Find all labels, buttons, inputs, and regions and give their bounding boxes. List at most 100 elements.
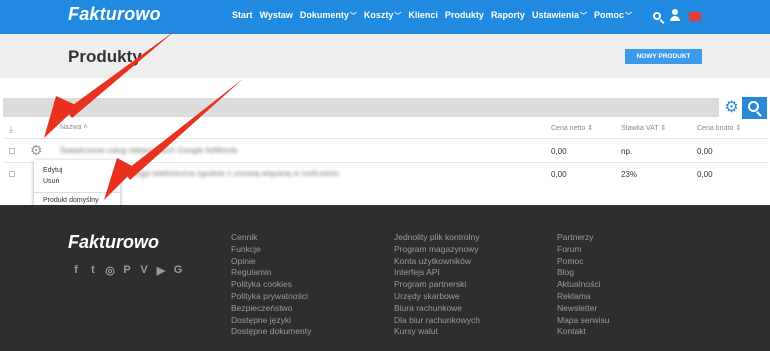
nav-koszty-label: Koszty xyxy=(363,10,394,20)
chevron-down-icon: ﹀ xyxy=(349,13,357,20)
product-name[interactable]: Świadczenie usług reklamowych Google AdW… xyxy=(60,146,238,155)
nav-koszty[interactable]: Koszty﹀ xyxy=(364,10,402,21)
column-header-net[interactable]: Cena netto ⇕ xyxy=(551,124,593,132)
nav-klienci-label: Klienci xyxy=(408,10,438,20)
footer-link[interactable]: Partnerzy xyxy=(557,232,609,244)
brand-logo[interactable]: Fakturowo xyxy=(68,4,161,25)
nav-klienci[interactable]: Klienci xyxy=(408,10,438,21)
footer-link[interactable]: Dostępne dokumenty xyxy=(231,326,311,338)
mail-icon[interactable] xyxy=(689,11,701,21)
row-checkbox[interactable] xyxy=(9,171,15,177)
gear-icon[interactable]: ⚙ xyxy=(723,99,740,116)
vimeo-icon[interactable]: V xyxy=(138,264,150,277)
social-links: f t ◎ P V ▶ G xyxy=(70,264,184,277)
column-header-gross-label: Cena brutto xyxy=(697,125,734,132)
main-nav: Start Wystaw Dokumenty﹀ Koszty﹀ Klienci … xyxy=(232,10,632,21)
footer-link[interactable]: Opinie xyxy=(231,256,311,268)
vat-rate: 23% xyxy=(621,170,638,179)
footer-link[interactable]: Kontakt xyxy=(557,326,609,338)
nav-wystaw-label: Wystaw xyxy=(259,10,293,20)
gear-icon[interactable]: ⚙ xyxy=(30,143,43,157)
footer-link[interactable]: Program magazynowy xyxy=(394,244,480,256)
column-header-gross[interactable]: Cena brutto ⇕ xyxy=(697,124,741,132)
footer-link[interactable]: Bezpieczeństwo xyxy=(231,303,311,315)
net-price: 0,00 xyxy=(551,147,567,156)
chevron-down-icon: ﹀ xyxy=(394,13,402,20)
footer-link[interactable]: Urzędy skarbowe xyxy=(394,291,480,303)
sort-icon: ⇕ xyxy=(660,125,667,132)
footer-link[interactable]: Polityka prywatności xyxy=(231,291,311,303)
footer-link[interactable]: Reklama xyxy=(557,291,609,303)
nav-raporty[interactable]: Raporty xyxy=(491,10,525,21)
product-name[interactable]: Usługa telefoniczna zgodnie z umową wiąz… xyxy=(125,169,339,178)
nav-wystaw[interactable]: Wystaw xyxy=(260,10,293,21)
new-product-button[interactable]: NOWY PRODUKT xyxy=(625,49,702,64)
menu-item-delete[interactable]: Usuń xyxy=(43,178,59,185)
footer-link[interactable]: Cennik xyxy=(231,232,311,244)
nav-raporty-label: Raporty xyxy=(490,10,525,20)
nav-produkty[interactable]: Produkty xyxy=(445,10,484,21)
chevron-down-icon: ﹀ xyxy=(625,13,632,20)
column-header-net-label: Cena netto xyxy=(551,125,586,132)
nav-start-label: Start xyxy=(232,10,253,20)
footer-logo[interactable]: Fakturowo xyxy=(68,232,159,253)
column-header-name[interactable]: Nazwa ˄ xyxy=(60,124,87,131)
search-icon xyxy=(748,101,759,112)
footer-link[interactable]: Regulamin xyxy=(231,267,311,279)
footer-link[interactable]: Polityka cookies xyxy=(231,279,311,291)
nav-dokumenty-label: Dokumenty xyxy=(299,10,349,20)
sort-icon: ⇕ xyxy=(587,125,594,132)
footer-link[interactable]: Interfejs API xyxy=(394,267,480,279)
nav-produkty-label: Produkty xyxy=(444,10,484,20)
sort-icon: ⇕ xyxy=(735,125,742,132)
user-icon[interactable] xyxy=(669,9,681,21)
nav-pomoc-label: Pomoc xyxy=(593,10,624,20)
column-header-vat-label: Stawka VAT xyxy=(621,125,659,132)
footer-link[interactable]: Mapa serwisu xyxy=(557,315,609,327)
vat-rate: np. xyxy=(621,147,633,156)
net-price: 0,00 xyxy=(551,170,567,179)
footer-link[interactable]: Forum xyxy=(557,244,609,256)
gross-price: 0,00 xyxy=(697,170,713,179)
column-header-vat[interactable]: Stawka VAT ⇕ xyxy=(621,124,666,132)
facebook-icon[interactable]: f xyxy=(70,264,82,277)
menu-item-edit[interactable]: Edytuj xyxy=(43,167,62,174)
footer xyxy=(0,205,770,351)
footer-link[interactable]: Dla biur rachunkowych xyxy=(394,315,480,327)
footer-link[interactable]: Newsletter xyxy=(557,303,609,315)
youtube-icon[interactable]: ▶ xyxy=(155,264,167,277)
footer-link[interactable]: Aktualności xyxy=(557,279,609,291)
search-button[interactable] xyxy=(742,97,767,119)
footer-link[interactable]: Biura rachunkowe xyxy=(394,303,480,315)
google-icon[interactable]: G xyxy=(172,264,184,277)
footer-link[interactable]: Pomoc xyxy=(557,256,609,268)
filter-bar xyxy=(3,98,719,117)
footer-link[interactable]: Funkcje xyxy=(231,244,311,256)
nav-dokumenty[interactable]: Dokumenty﹀ xyxy=(300,10,357,21)
search-icon[interactable] xyxy=(653,11,661,20)
chevron-down-icon: ﹀ xyxy=(579,13,587,20)
page-title: Produkty xyxy=(68,47,142,66)
row-checkbox[interactable] xyxy=(9,148,15,154)
pinterest-icon[interactable]: P xyxy=(121,264,133,277)
nav-pomoc[interactable]: Pomoc﹀ xyxy=(594,10,632,21)
footer-link[interactable]: Konta użytkowników xyxy=(394,256,480,268)
footer-link[interactable]: Kursy walut xyxy=(394,326,480,338)
row-divider xyxy=(3,138,767,139)
menu-item-default-product[interactable]: Produkt domyślny xyxy=(43,197,99,204)
twitter-icon[interactable]: t xyxy=(87,264,99,277)
footer-link[interactable]: Program partnerski xyxy=(394,279,480,291)
footer-link[interactable]: Blog xyxy=(557,267,609,279)
footer-column-2: Jednolity plik kontrolny Program magazyn… xyxy=(394,232,480,338)
column-header-name-label: Nazwa xyxy=(60,124,82,131)
nav-start[interactable]: Start xyxy=(232,10,253,21)
footer-column-3: Partnerzy Forum Pomoc Blog Aktualności R… xyxy=(557,232,609,338)
gross-price: 0,00 xyxy=(697,147,713,156)
nav-ustawienia[interactable]: Ustawienia﹀ xyxy=(532,10,587,21)
sort-asc-icon: ˄ xyxy=(83,124,88,131)
footer-link[interactable]: Dostępne języki xyxy=(231,315,311,327)
sort-icon[interactable]: ⤓ xyxy=(9,124,13,135)
footer-link[interactable]: Jednolity plik kontrolny xyxy=(394,232,480,244)
instagram-icon[interactable]: ◎ xyxy=(104,264,116,277)
footer-column-1: Cennik Funkcje Opinie Regulamin Polityka… xyxy=(231,232,311,338)
